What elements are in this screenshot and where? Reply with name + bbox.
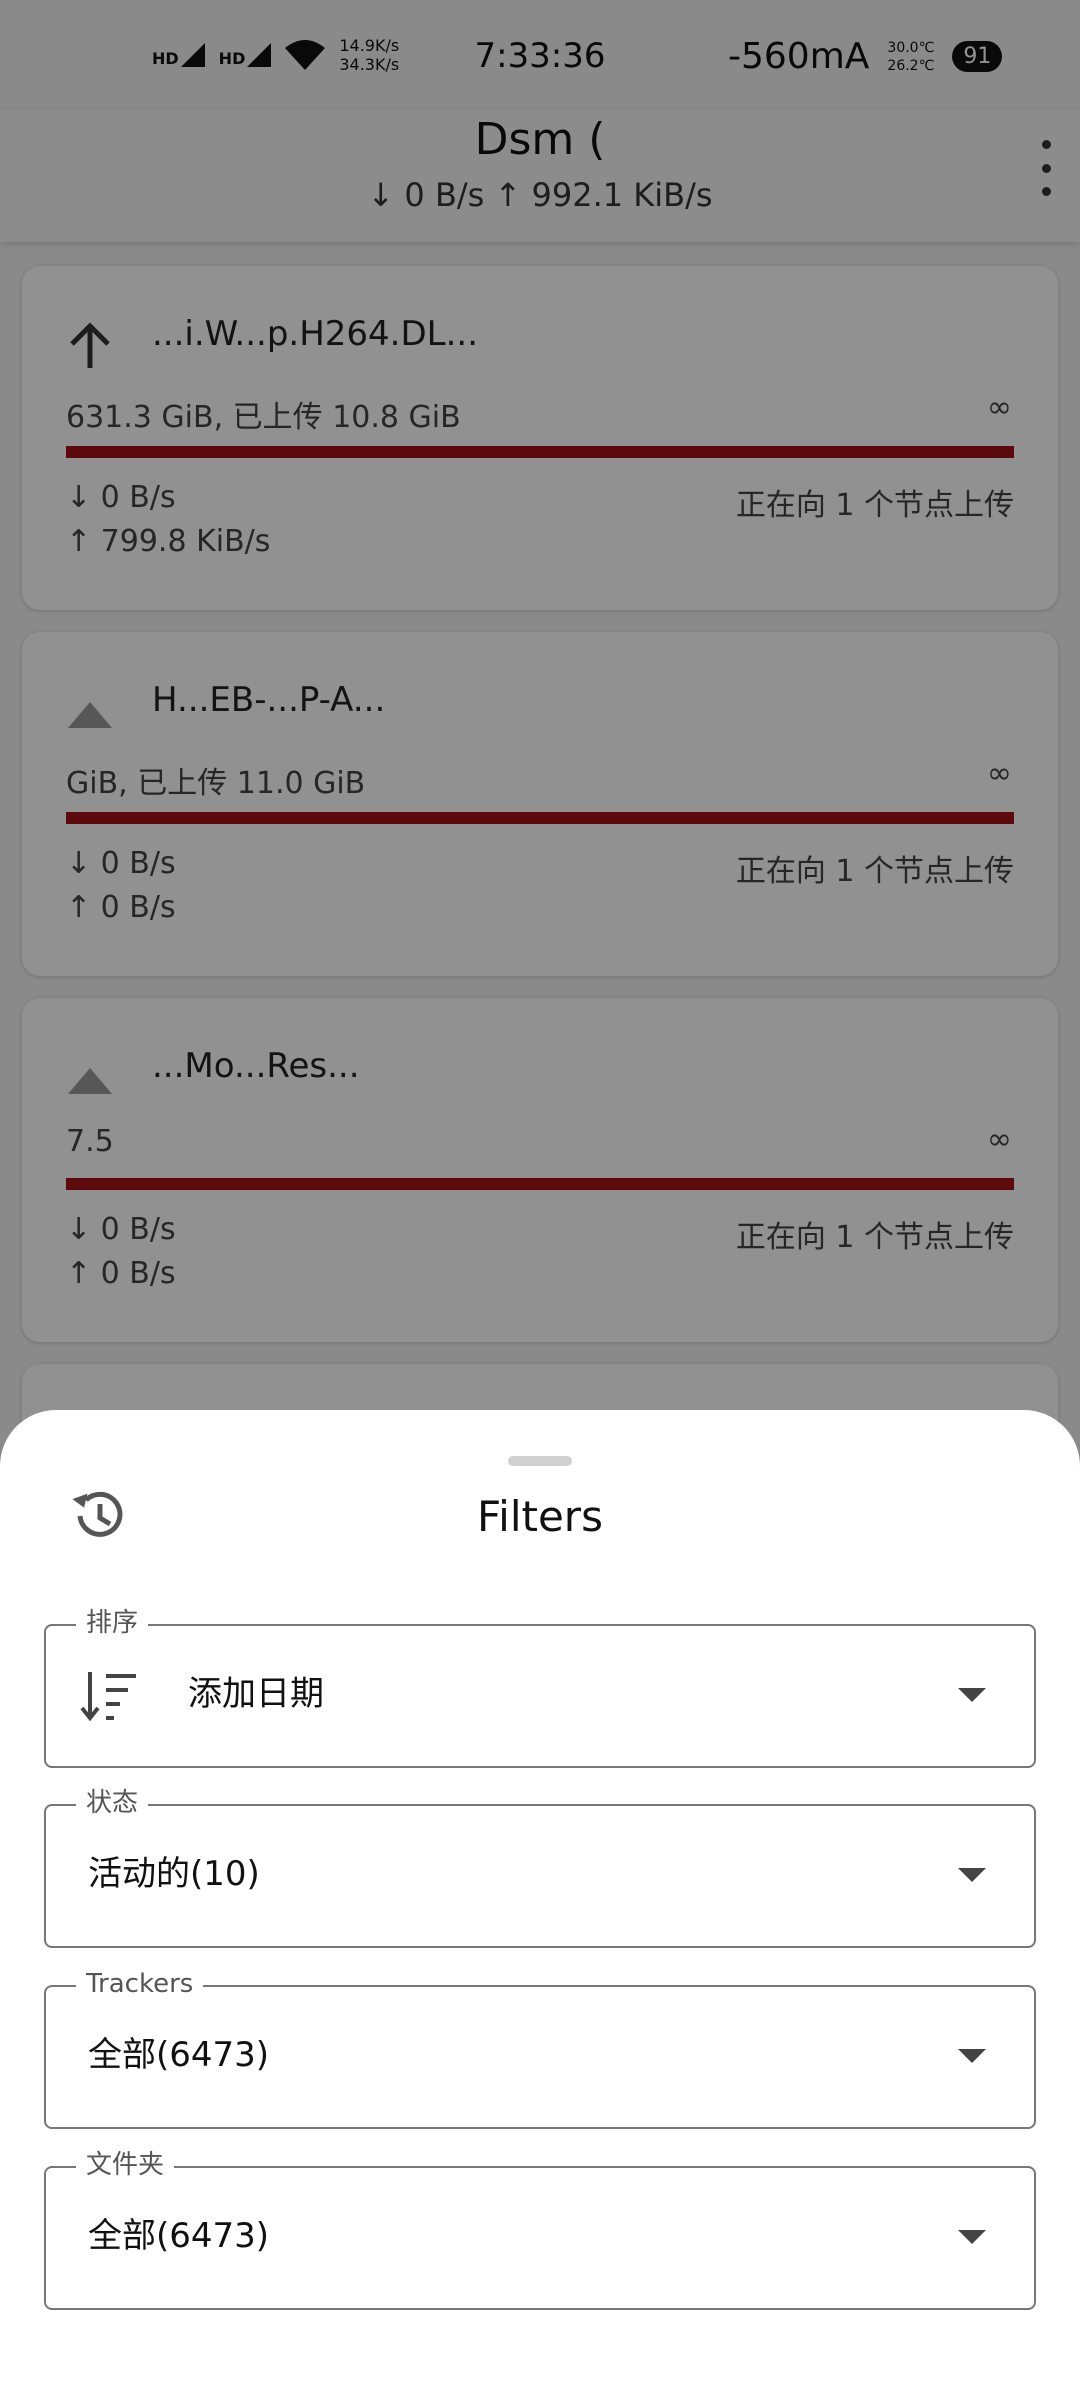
sort-icon <box>80 1672 136 1722</box>
torrent-app: HD HD 14.9K/s 34.3K/s 7:33:36 -560mA 30.… <box>0 0 1080 2400</box>
field-label: 文件夹 <box>76 2150 175 2180</box>
state-dropdown[interactable]: 状态 活动的(10) <box>44 1788 1036 1948</box>
field-label: Trackers <box>76 1969 204 1999</box>
sort-dropdown[interactable]: 排序 添加日期 <box>44 1608 1036 1768</box>
dropdown-arrow-icon <box>958 1868 986 1882</box>
sheet-title: Filters <box>477 1492 603 1541</box>
trackers-dropdown[interactable]: Trackers 全部(6473) <box>44 1969 1036 2129</box>
field-label: 状态 <box>76 1788 149 1818</box>
drag-handle[interactable] <box>508 1456 572 1466</box>
folder-dropdown[interactable]: 文件夹 全部(6473) <box>44 2150 1036 2310</box>
dropdown-arrow-icon <box>958 1688 986 1702</box>
field-value: 添加日期 <box>188 1674 324 1714</box>
field-label: 排序 <box>76 1608 149 1638</box>
filters-bottom-sheet: Filters 排序 添加日期 状态 活动的(10) Trackers 全部(6… <box>0 1410 1080 2400</box>
field-value: 全部(6473) <box>88 2216 270 2256</box>
field-value: 全部(6473) <box>88 2035 270 2075</box>
field-value: 活动的(10) <box>88 1854 260 1894</box>
dropdown-arrow-icon <box>958 2049 986 2063</box>
dropdown-arrow-icon <box>958 2230 986 2244</box>
